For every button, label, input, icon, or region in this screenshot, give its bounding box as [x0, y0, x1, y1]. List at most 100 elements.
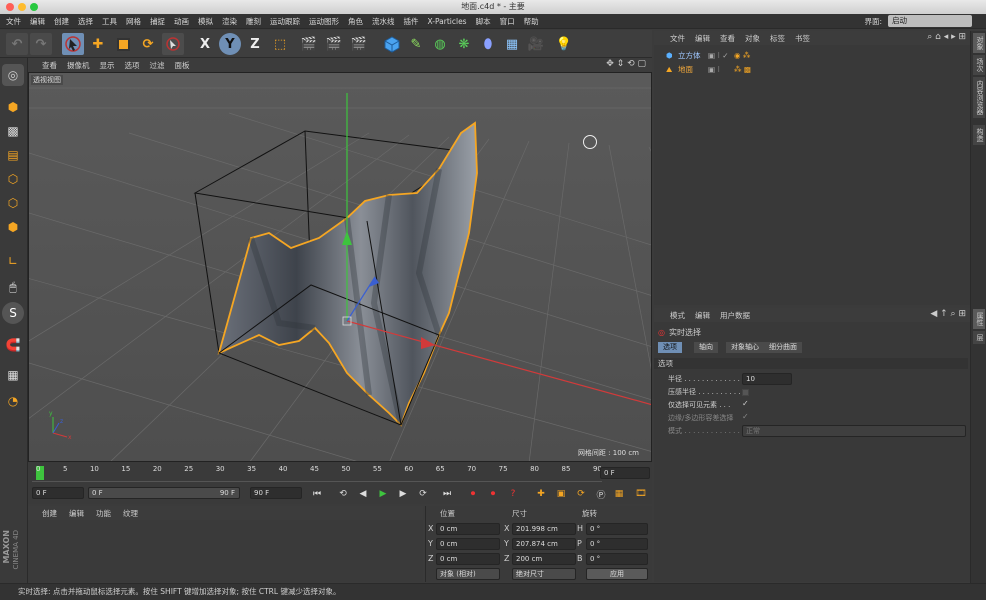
timeline-ruler[interactable]: 0 5 10 15 20 25 30 35 40 45 50 55 60 65 70 75 80 85 90 0 F	[28, 462, 652, 484]
rotation-h-field[interactable]: 0 °	[586, 523, 648, 535]
menu-mesh[interactable]: 网格	[126, 16, 141, 27]
texture-mode-button[interactable]: ▩	[2, 120, 24, 142]
autokey-button[interactable]: ⏺	[485, 486, 501, 502]
size-z-field[interactable]: 200 cm	[512, 553, 576, 565]
subdivision-surface-button[interactable]: ◍	[429, 33, 451, 55]
move-button[interactable]: ✚	[87, 33, 109, 55]
deformer-button[interactable]: ⬮	[477, 33, 499, 55]
viewport-nav-icons[interactable]: ✥ ⇕ ⟲ ▢	[606, 59, 646, 69]
close-window-button[interactable]	[6, 3, 14, 11]
rotation-b-field[interactable]: 0 °	[586, 553, 648, 565]
om-menu-file[interactable]: 文件	[670, 33, 685, 44]
om-menu-view[interactable]: 查看	[720, 33, 735, 44]
menu-motion-tracking[interactable]: 运动跟踪	[270, 16, 300, 27]
menu-character[interactable]: 角色	[348, 16, 363, 27]
key-param-button[interactable]: Ⓟ	[593, 486, 609, 502]
om-menu-tags[interactable]: 标签	[770, 33, 785, 44]
side-tab-objects[interactable]: 对象	[973, 33, 985, 53]
position-y-field[interactable]: 0 cm	[436, 538, 500, 550]
prev-key-button[interactable]: ⟲	[335, 486, 351, 502]
size-mode-dropdown[interactable]: 绝对尺寸	[512, 568, 576, 580]
menu-script[interactable]: 脚本	[476, 16, 491, 27]
cube-button[interactable]	[381, 33, 403, 55]
side-tab-structure[interactable]: 构造	[973, 125, 985, 145]
viewport-menu-view[interactable]: 查看	[42, 60, 57, 71]
minimize-window-button[interactable]	[18, 3, 26, 11]
menu-tools[interactable]: 工具	[102, 16, 117, 27]
render-picture-viewer-button[interactable]: 🎬	[323, 33, 345, 55]
x-axis-button[interactable]: X	[194, 33, 216, 55]
material-menu-edit[interactable]: 编辑	[69, 508, 84, 519]
play-button[interactable]: ▶	[375, 486, 391, 502]
zoom-window-button[interactable]	[30, 3, 38, 11]
size-x-field[interactable]: 201.998 cm	[512, 523, 576, 535]
prev-frame-button[interactable]: ◀	[355, 486, 371, 502]
render-settings-button[interactable]: 🎬	[348, 33, 370, 55]
cloner-button[interactable]: ❋	[453, 33, 475, 55]
menu-render[interactable]: 渲染	[222, 16, 237, 27]
phong-tag-icon[interactable]: ◉ ⁂	[734, 49, 750, 63]
planar-workplane-button[interactable]: ◔	[2, 390, 24, 412]
key-position-button[interactable]: ✚	[533, 486, 549, 502]
perspective-viewport[interactable]: y x z 透视视图 网格间距 : 100 cm	[28, 72, 652, 462]
menu-mograph[interactable]: 运动图形	[309, 16, 339, 27]
material-manager[interactable]	[28, 520, 423, 582]
material-tag-icon[interactable]: ⁂ ▩	[734, 63, 751, 77]
mode-dropdown[interactable]: 正常	[742, 425, 966, 437]
model-mode-button[interactable]: ⬢	[2, 96, 24, 118]
menu-pipeline[interactable]: 流水线	[372, 16, 395, 27]
object-name[interactable]: 立方体	[678, 49, 701, 63]
menu-plugins[interactable]: 插件	[404, 16, 419, 27]
tab-options[interactable]: 选项	[658, 342, 682, 353]
om-menu-objects[interactable]: 对象	[745, 33, 760, 44]
coordinate-system-button[interactable]: ⬚	[269, 33, 291, 55]
viewport-menu-display[interactable]: 显示	[100, 60, 115, 71]
menu-help[interactable]: 帮助	[524, 16, 539, 27]
menu-file[interactable]: 文件	[6, 16, 21, 27]
key-pla-button[interactable]: ▦	[611, 486, 627, 502]
tolerant-select-checkbox[interactable]: ✓	[742, 412, 749, 421]
key-scale-button[interactable]: ▣	[553, 486, 569, 502]
menu-animate[interactable]: 动画	[174, 16, 189, 27]
attr-toolbar-icons[interactable]: ◀ ↑ ⌕ ⊞	[930, 309, 966, 319]
light-button[interactable]: 💡	[553, 33, 575, 55]
z-axis-button[interactable]: Z	[244, 33, 266, 55]
next-key-button[interactable]: ⟳	[415, 486, 431, 502]
redo-button[interactable]: ↷	[30, 33, 52, 55]
menu-window[interactable]: 窗口	[500, 16, 515, 27]
polygons-mode-button[interactable]: ⬢	[2, 216, 24, 238]
side-tab-content-browser[interactable]: 内容浏览器	[973, 77, 985, 118]
scale-button[interactable]	[112, 33, 134, 55]
points-mode-button[interactable]: ⬡	[2, 168, 24, 190]
viewport-menu-options[interactable]: 选项	[125, 60, 140, 71]
undo-button[interactable]: ↶	[6, 33, 28, 55]
side-tab-layers[interactable]: 层	[973, 331, 985, 344]
attr-menu-mode[interactable]: 模式	[670, 310, 685, 321]
scheme-button[interactable]: 🎞	[633, 486, 649, 502]
y-axis-button[interactable]: Y	[219, 33, 241, 55]
go-to-end-button[interactable]: ⏭	[439, 486, 455, 502]
lock-workplane-button[interactable]: ▦	[2, 364, 24, 386]
apply-button[interactable]: 应用	[586, 568, 648, 580]
menu-snap[interactable]: 捕捉	[150, 16, 165, 27]
render-view-button[interactable]: 🎬	[298, 33, 320, 55]
om-menu-edit[interactable]: 编辑	[695, 33, 710, 44]
pressure-radius-checkbox[interactable]	[742, 389, 749, 396]
tab-object-axis[interactable]: 对象轴心	[726, 342, 764, 353]
size-y-field[interactable]: 207.874 cm	[512, 538, 576, 550]
object-name[interactable]: 地面	[678, 63, 693, 77]
pen-spline-button[interactable]: ✎	[405, 33, 427, 55]
radius-field[interactable]: 10	[742, 373, 792, 385]
viewport-menu-camera[interactable]: 摄像机	[67, 60, 90, 71]
material-menu-function[interactable]: 功能	[96, 508, 111, 519]
workplane-mode-button[interactable]: ▤	[2, 144, 24, 166]
current-frame-field[interactable]: 0 F	[600, 467, 650, 479]
key-rotation-button[interactable]: ⟳	[573, 486, 589, 502]
om-toolbar-icons[interactable]: ⌕ ⌂ ◂ ▸ ⊞	[927, 32, 966, 42]
side-tab-takes[interactable]: 场次	[973, 55, 985, 75]
rotate-button[interactable]: ⟳	[137, 33, 159, 55]
snap-button[interactable]: S	[2, 302, 24, 324]
side-tab-attributes[interactable]: 属性	[973, 309, 985, 329]
layout-dropdown[interactable]: 启动	[888, 15, 972, 27]
visible-only-checkbox[interactable]: ✓	[742, 399, 749, 408]
